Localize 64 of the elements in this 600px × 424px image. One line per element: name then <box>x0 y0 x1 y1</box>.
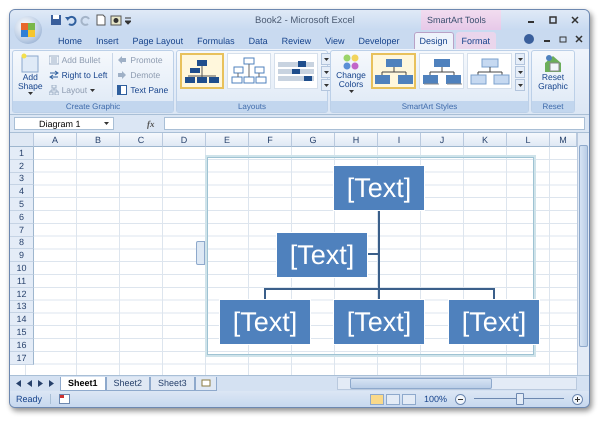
row-header[interactable]: 15 <box>10 326 34 339</box>
ribbon-tab[interactable]: Data <box>242 32 274 49</box>
column-header[interactable]: A <box>34 133 77 147</box>
row-header[interactable]: 17 <box>10 352 34 365</box>
column-header[interactable]: B <box>77 133 120 147</box>
row-header[interactable]: 8 <box>10 236 34 250</box>
smartart-shape[interactable]: [Text] <box>219 299 311 345</box>
ribbon-tab[interactable]: Design <box>414 32 454 49</box>
column-header[interactable]: C <box>120 133 163 147</box>
column-header[interactable]: E <box>206 133 249 147</box>
group-label: Create Graphic <box>13 101 173 112</box>
smartart-shape[interactable]: [Text] <box>276 232 368 278</box>
column-header[interactable]: L <box>507 133 550 147</box>
smartart-shape[interactable]: [Text] <box>333 165 425 211</box>
ribbon-tab[interactable]: View <box>319 32 350 49</box>
row-header[interactable]: 10 <box>10 262 34 275</box>
ribbon-tab[interactable]: Page Layout <box>126 32 190 49</box>
name-box-value: Diagram 1 <box>39 118 81 128</box>
sheet-tab[interactable]: Sheet2 <box>106 376 150 390</box>
row-header[interactable]: 1 <box>10 147 34 160</box>
smartart-shape[interactable]: [Text] <box>333 299 425 345</box>
column-header[interactable]: M <box>550 133 577 147</box>
row-header[interactable]: 9 <box>10 249 34 262</box>
reset-graphic-button[interactable]: Reset Graphic <box>535 53 571 92</box>
change-colors-button[interactable]: Change Colors <box>334 53 368 93</box>
row-header[interactable]: 14 <box>10 313 34 326</box>
row-header[interactable]: 7 <box>10 224 34 237</box>
name-box[interactable]: Diagram 1 <box>14 117 114 130</box>
sheet-tab[interactable]: Sheet3 <box>150 376 195 390</box>
column-header[interactable]: K <box>464 133 507 147</box>
row-header[interactable]: 16 <box>10 338 34 352</box>
contextual-tab-group-label: SmartArt Tools <box>421 10 501 30</box>
column-header[interactable]: F <box>249 133 292 147</box>
column-header[interactable]: D <box>163 133 206 147</box>
ribbon-tab[interactable]: Formulas <box>191 32 241 49</box>
row-header[interactable]: 13 <box>10 300 34 314</box>
row-header[interactable]: 3 <box>10 172 34 186</box>
zoom-level[interactable]: 100% <box>424 394 447 404</box>
row-header[interactable]: 12 <box>10 288 34 301</box>
row-header[interactable]: 4 <box>10 185 34 198</box>
column-header[interactable]: G <box>292 133 335 147</box>
ribbon-tab[interactable]: Developer <box>352 32 406 49</box>
ribbon-tab[interactable]: Insert <box>90 32 125 49</box>
ribbon-tab[interactable]: Home <box>52 32 88 49</box>
smartart-shape[interactable]: [Text] <box>448 299 540 345</box>
sheet-tab[interactable]: Sheet1 <box>60 376 106 390</box>
row-header[interactable]: 2 <box>10 160 34 173</box>
status-text: Ready <box>16 394 52 404</box>
insert-function-button[interactable]: fx <box>117 118 160 128</box>
group-label: SmartArt Styles <box>331 101 528 112</box>
ribbon-tab[interactable]: Format <box>456 32 496 49</box>
group-label: Reset <box>532 101 574 112</box>
group-label: Layouts <box>177 101 327 112</box>
row-header[interactable]: 5 <box>10 198 34 211</box>
column-header[interactable]: I <box>378 133 421 147</box>
ribbon-command-button[interactable]: Text Pane <box>116 83 170 97</box>
window-title: Book2 - Microsoft Excel <box>255 14 355 26</box>
column-header[interactable]: J <box>421 133 464 147</box>
ribbon-tab[interactable]: Review <box>276 32 318 49</box>
row-header[interactable]: 6 <box>10 210 34 224</box>
ribbon-command-button[interactable]: Right to Left <box>48 68 108 82</box>
row-header[interactable]: 11 <box>10 274 34 288</box>
add-shape-button[interactable]: Add Shape <box>16 53 45 95</box>
column-header[interactable]: H <box>335 133 378 147</box>
